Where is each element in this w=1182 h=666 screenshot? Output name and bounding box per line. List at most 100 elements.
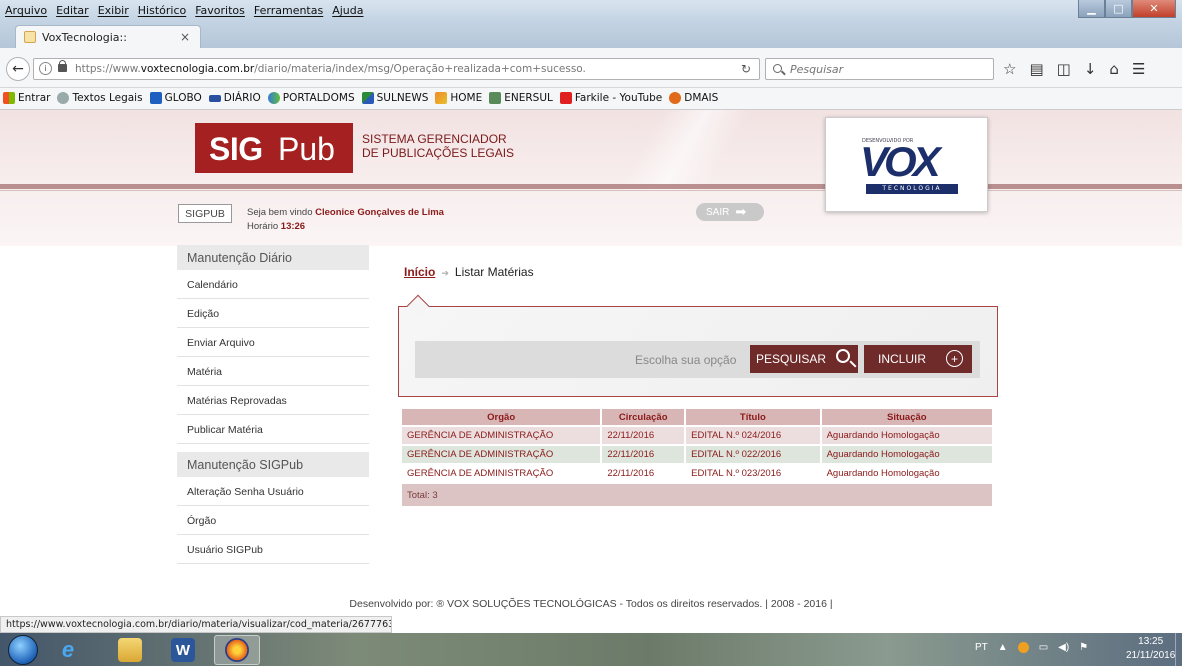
home-bookmark-icon bbox=[435, 92, 448, 104]
sidebar-item-materia[interactable]: Matéria bbox=[177, 357, 369, 386]
cell-titulo[interactable]: EDITAL N.º 023/2016 bbox=[686, 465, 820, 482]
clock[interactable]: 13:25 21/11/2016 bbox=[1126, 635, 1175, 663]
menu-ferramentas[interactable]: Ferramentas bbox=[254, 4, 323, 17]
bookmark-home[interactable]: HOME bbox=[435, 92, 482, 104]
browser-tab[interactable]: VoxTecnologia:: × bbox=[15, 25, 201, 48]
welcome-label: Seja bem vindo bbox=[247, 207, 313, 218]
url-text: https://www.voxtecnologia.com.br/diario/… bbox=[75, 63, 586, 75]
table-row[interactable]: GERÊNCIA DE ADMINISTRAÇÃO 22/11/2016 EDI… bbox=[402, 427, 992, 444]
show-desktop-button[interactable] bbox=[1175, 633, 1182, 666]
bookmark-globo[interactable]: GLOBO bbox=[149, 92, 202, 104]
reload-icon[interactable]: ↻ bbox=[741, 62, 751, 76]
bookmark-dmais[interactable]: DMAIS bbox=[669, 92, 718, 104]
toolbar-icons: ☆ ▤ ◫ ↓ ⌂ ☰ bbox=[1003, 60, 1145, 78]
breadcrumb-home-link[interactable]: Início bbox=[404, 265, 435, 279]
download-icon[interactable]: ↓ bbox=[1084, 60, 1097, 78]
column-header-circulacao[interactable]: Circulação bbox=[602, 409, 685, 425]
cell-circulacao[interactable]: 22/11/2016 bbox=[602, 427, 685, 444]
address-bar[interactable]: i https://www.voxtecnologia.com.br/diari… bbox=[33, 58, 760, 80]
search-box[interactable] bbox=[765, 58, 994, 80]
sidebar-item-calendario[interactable]: Calendário bbox=[177, 270, 369, 299]
sidebar-item-publicar-materia[interactable]: Publicar Matéria bbox=[177, 415, 369, 444]
reading-list-icon[interactable]: ▤ bbox=[1029, 60, 1043, 78]
header-divider-thin bbox=[0, 190, 1182, 191]
sidebar-item-enviar-arquivo[interactable]: Enviar Arquivo bbox=[177, 328, 369, 357]
sidebar-item-usuario-sigpub[interactable]: Usuário SIGPub bbox=[177, 535, 369, 564]
column-header-situacao[interactable]: Situação bbox=[821, 409, 992, 425]
menu-historico[interactable]: Histórico bbox=[138, 4, 186, 17]
pocket-icon[interactable]: ◫ bbox=[1057, 60, 1071, 78]
menu-editar[interactable]: Editar bbox=[56, 4, 89, 17]
cell-situacao[interactable]: Aguardando Homologação bbox=[821, 446, 992, 463]
menu-icon[interactable]: ☰ bbox=[1132, 60, 1145, 78]
logout-button[interactable]: SAIR ➡ bbox=[696, 203, 764, 221]
cell-titulo[interactable]: EDITAL N.º 022/2016 bbox=[686, 446, 820, 463]
time-value: 13:26 bbox=[280, 221, 306, 232]
bookmark-sulnews[interactable]: SULNEWS bbox=[361, 92, 428, 104]
vox-wordmark: VOX bbox=[860, 138, 941, 185]
minimize-button[interactable]: ▁ bbox=[1078, 0, 1105, 18]
info-icon[interactable]: i bbox=[39, 62, 52, 75]
ie-icon: e bbox=[61, 637, 75, 662]
bookmark-portaldoms[interactable]: PORTALDOMS bbox=[267, 92, 355, 104]
search-input[interactable] bbox=[790, 61, 980, 77]
home-icon[interactable]: ⌂ bbox=[1109, 60, 1119, 78]
youtube-icon bbox=[559, 92, 572, 104]
bookmark-youtube[interactable]: Farkile - YouTube bbox=[559, 92, 662, 104]
bookmark-entrar[interactable]: Entrar bbox=[3, 92, 50, 104]
cell-circulacao[interactable]: 22/11/2016 bbox=[602, 446, 685, 463]
menu-ajuda[interactable]: Ajuda bbox=[332, 4, 363, 17]
sigpub-logo[interactable]: SIG Pub bbox=[195, 123, 353, 173]
column-header-titulo[interactable]: Título bbox=[686, 409, 820, 425]
taskbar-explorer[interactable] bbox=[107, 635, 153, 665]
bookmark-star-icon[interactable]: ☆ bbox=[1003, 60, 1016, 78]
start-button[interactable] bbox=[8, 635, 38, 665]
close-tab-icon[interactable]: × bbox=[180, 30, 190, 44]
menu-favoritos[interactable]: Favoritos bbox=[195, 4, 245, 17]
cell-circulacao[interactable]: 22/11/2016 bbox=[602, 465, 685, 482]
sidebar-item-edicao[interactable]: Edição bbox=[177, 299, 369, 328]
maximize-button[interactable]: □ bbox=[1105, 0, 1132, 18]
include-button[interactable]: INCLUIR + bbox=[864, 345, 972, 373]
taskbar: e W PT ▲ ▭ ◀) ⚑ 13:25 21/11/2016 bbox=[0, 633, 1182, 666]
option-label: Escolha sua opção bbox=[635, 353, 737, 367]
bookmark-enersul[interactable]: ENERSUL bbox=[489, 92, 553, 104]
menu-arquivo[interactable]: Arquivo bbox=[5, 4, 47, 17]
menu-exibir[interactable]: Exibir bbox=[98, 4, 129, 17]
volume-icon[interactable]: ◀) bbox=[1058, 642, 1069, 653]
taskbar-ie[interactable]: e bbox=[45, 635, 91, 665]
cell-orgao[interactable]: GERÊNCIA DE ADMINISTRAÇÃO bbox=[402, 446, 601, 463]
cell-orgao[interactable]: GERÊNCIA DE ADMINISTRAÇÃO bbox=[402, 465, 601, 482]
cell-situacao[interactable]: Aguardando Homologação bbox=[821, 465, 992, 482]
sidebar-item-orgao[interactable]: Órgão bbox=[177, 506, 369, 535]
table-row[interactable]: GERÊNCIA DE ADMINISTRAÇÃO 22/11/2016 EDI… bbox=[402, 446, 992, 463]
column-header-orgao[interactable]: Orgão bbox=[402, 409, 601, 425]
sidebar-item-alteracao-senha[interactable]: Alteração Senha Usuário bbox=[177, 477, 369, 506]
cell-titulo[interactable]: EDITAL N.º 024/2016 bbox=[686, 427, 820, 444]
search-button[interactable]: PESQUISAR bbox=[750, 345, 858, 373]
taskbar-firefox[interactable] bbox=[214, 635, 260, 665]
language-indicator[interactable]: PT bbox=[975, 642, 988, 653]
taskbar-word[interactable]: W bbox=[160, 635, 206, 665]
action-center-flag-icon[interactable]: ⚑ bbox=[1079, 642, 1088, 653]
window-controls: ▁ □ ✕ bbox=[1078, 0, 1176, 18]
table-row[interactable]: GERÊNCIA DE ADMINISTRAÇÃO 22/11/2016 EDI… bbox=[402, 465, 992, 482]
menu-bar: Arquivo Editar Exibir Histórico Favorito… bbox=[0, 0, 1182, 22]
bookmark-textos-legais[interactable]: Textos Legais bbox=[57, 92, 143, 104]
tray-app-icon[interactable] bbox=[1017, 642, 1029, 653]
show-hidden-icons[interactable]: ▲ bbox=[998, 642, 1008, 653]
vox-subtitle: TECNOLOGIA bbox=[866, 184, 958, 194]
tab-title: VoxTecnologia:: bbox=[42, 31, 127, 44]
network-icon[interactable]: ▭ bbox=[1039, 642, 1048, 653]
bookmark-diario[interactable]: DIÁRIO bbox=[208, 92, 261, 104]
sidebar-item-materias-reprovadas[interactable]: Matérias Reprovadas bbox=[177, 386, 369, 415]
cell-situacao[interactable]: Aguardando Homologação bbox=[821, 427, 992, 444]
globe-icon bbox=[57, 92, 70, 104]
close-window-button[interactable]: ✕ bbox=[1132, 0, 1176, 18]
materias-table: Orgão Circulação Título Situação GERÊNCI… bbox=[400, 407, 994, 508]
back-button[interactable]: ← bbox=[6, 57, 30, 81]
sigpub-button[interactable]: SIGPUB bbox=[178, 204, 232, 223]
cell-orgao[interactable]: GERÊNCIA DE ADMINISTRAÇÃO bbox=[402, 427, 601, 444]
plus-circle-icon: + bbox=[946, 350, 963, 367]
dmais-icon bbox=[669, 92, 682, 104]
